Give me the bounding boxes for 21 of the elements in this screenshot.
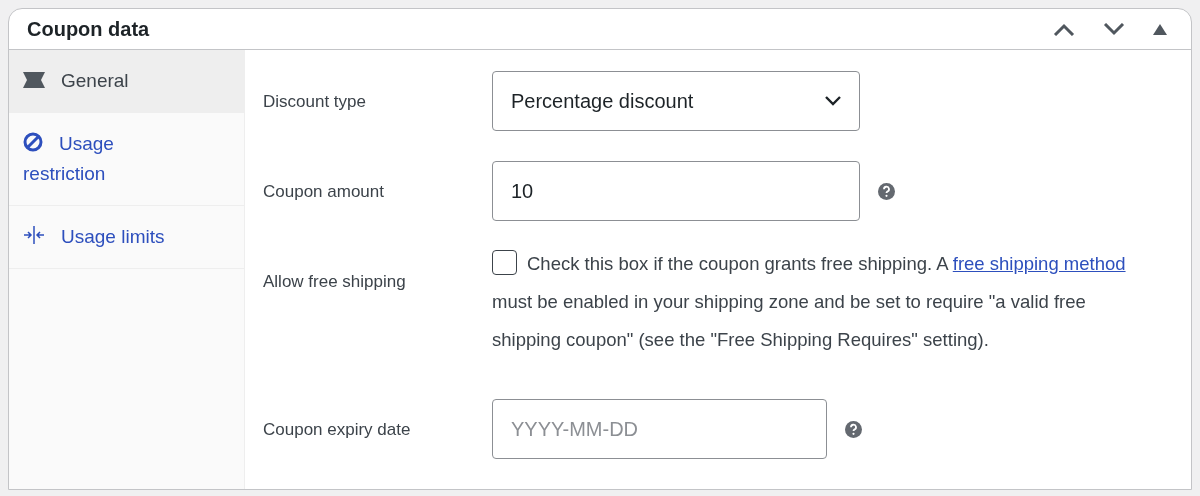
field-label: Coupon expiry date bbox=[263, 419, 412, 441]
field-label: Discount type bbox=[263, 91, 367, 113]
field-label: Allow free shipping bbox=[263, 271, 407, 293]
help-icon[interactable] bbox=[878, 183, 895, 200]
chevron-up-icon bbox=[1053, 22, 1075, 36]
help-icon[interactable] bbox=[845, 421, 862, 438]
link[interactable]: free shipping method bbox=[952, 253, 1126, 274]
caret-icon bbox=[825, 96, 841, 106]
panel-title: Coupon data bbox=[27, 17, 150, 41]
checkbox[interactable] bbox=[492, 250, 517, 275]
description-text: Check this box if the coupon grants free shipping. A free shipping method must be enabled in your shipping zone and be set to require "a valid free shipping coupon" (see the "Free Shipping Requires" setting). bbox=[492, 245, 1142, 359]
input-field[interactable]: YYYY-MM-DD bbox=[492, 399, 827, 459]
arrows-inward-icon bbox=[23, 225, 45, 245]
collapse-icon bbox=[1153, 23, 1167, 35]
select-field[interactable]: Percentage discount bbox=[492, 71, 860, 131]
ticket-icon bbox=[23, 71, 45, 89]
input-field[interactable]: 10 bbox=[492, 161, 860, 221]
field-label: Coupon amount bbox=[263, 181, 385, 203]
chevron-down-icon bbox=[1103, 22, 1125, 36]
sidebar-tab[interactable]: General bbox=[9, 50, 244, 113]
prohibited-icon bbox=[23, 132, 43, 152]
